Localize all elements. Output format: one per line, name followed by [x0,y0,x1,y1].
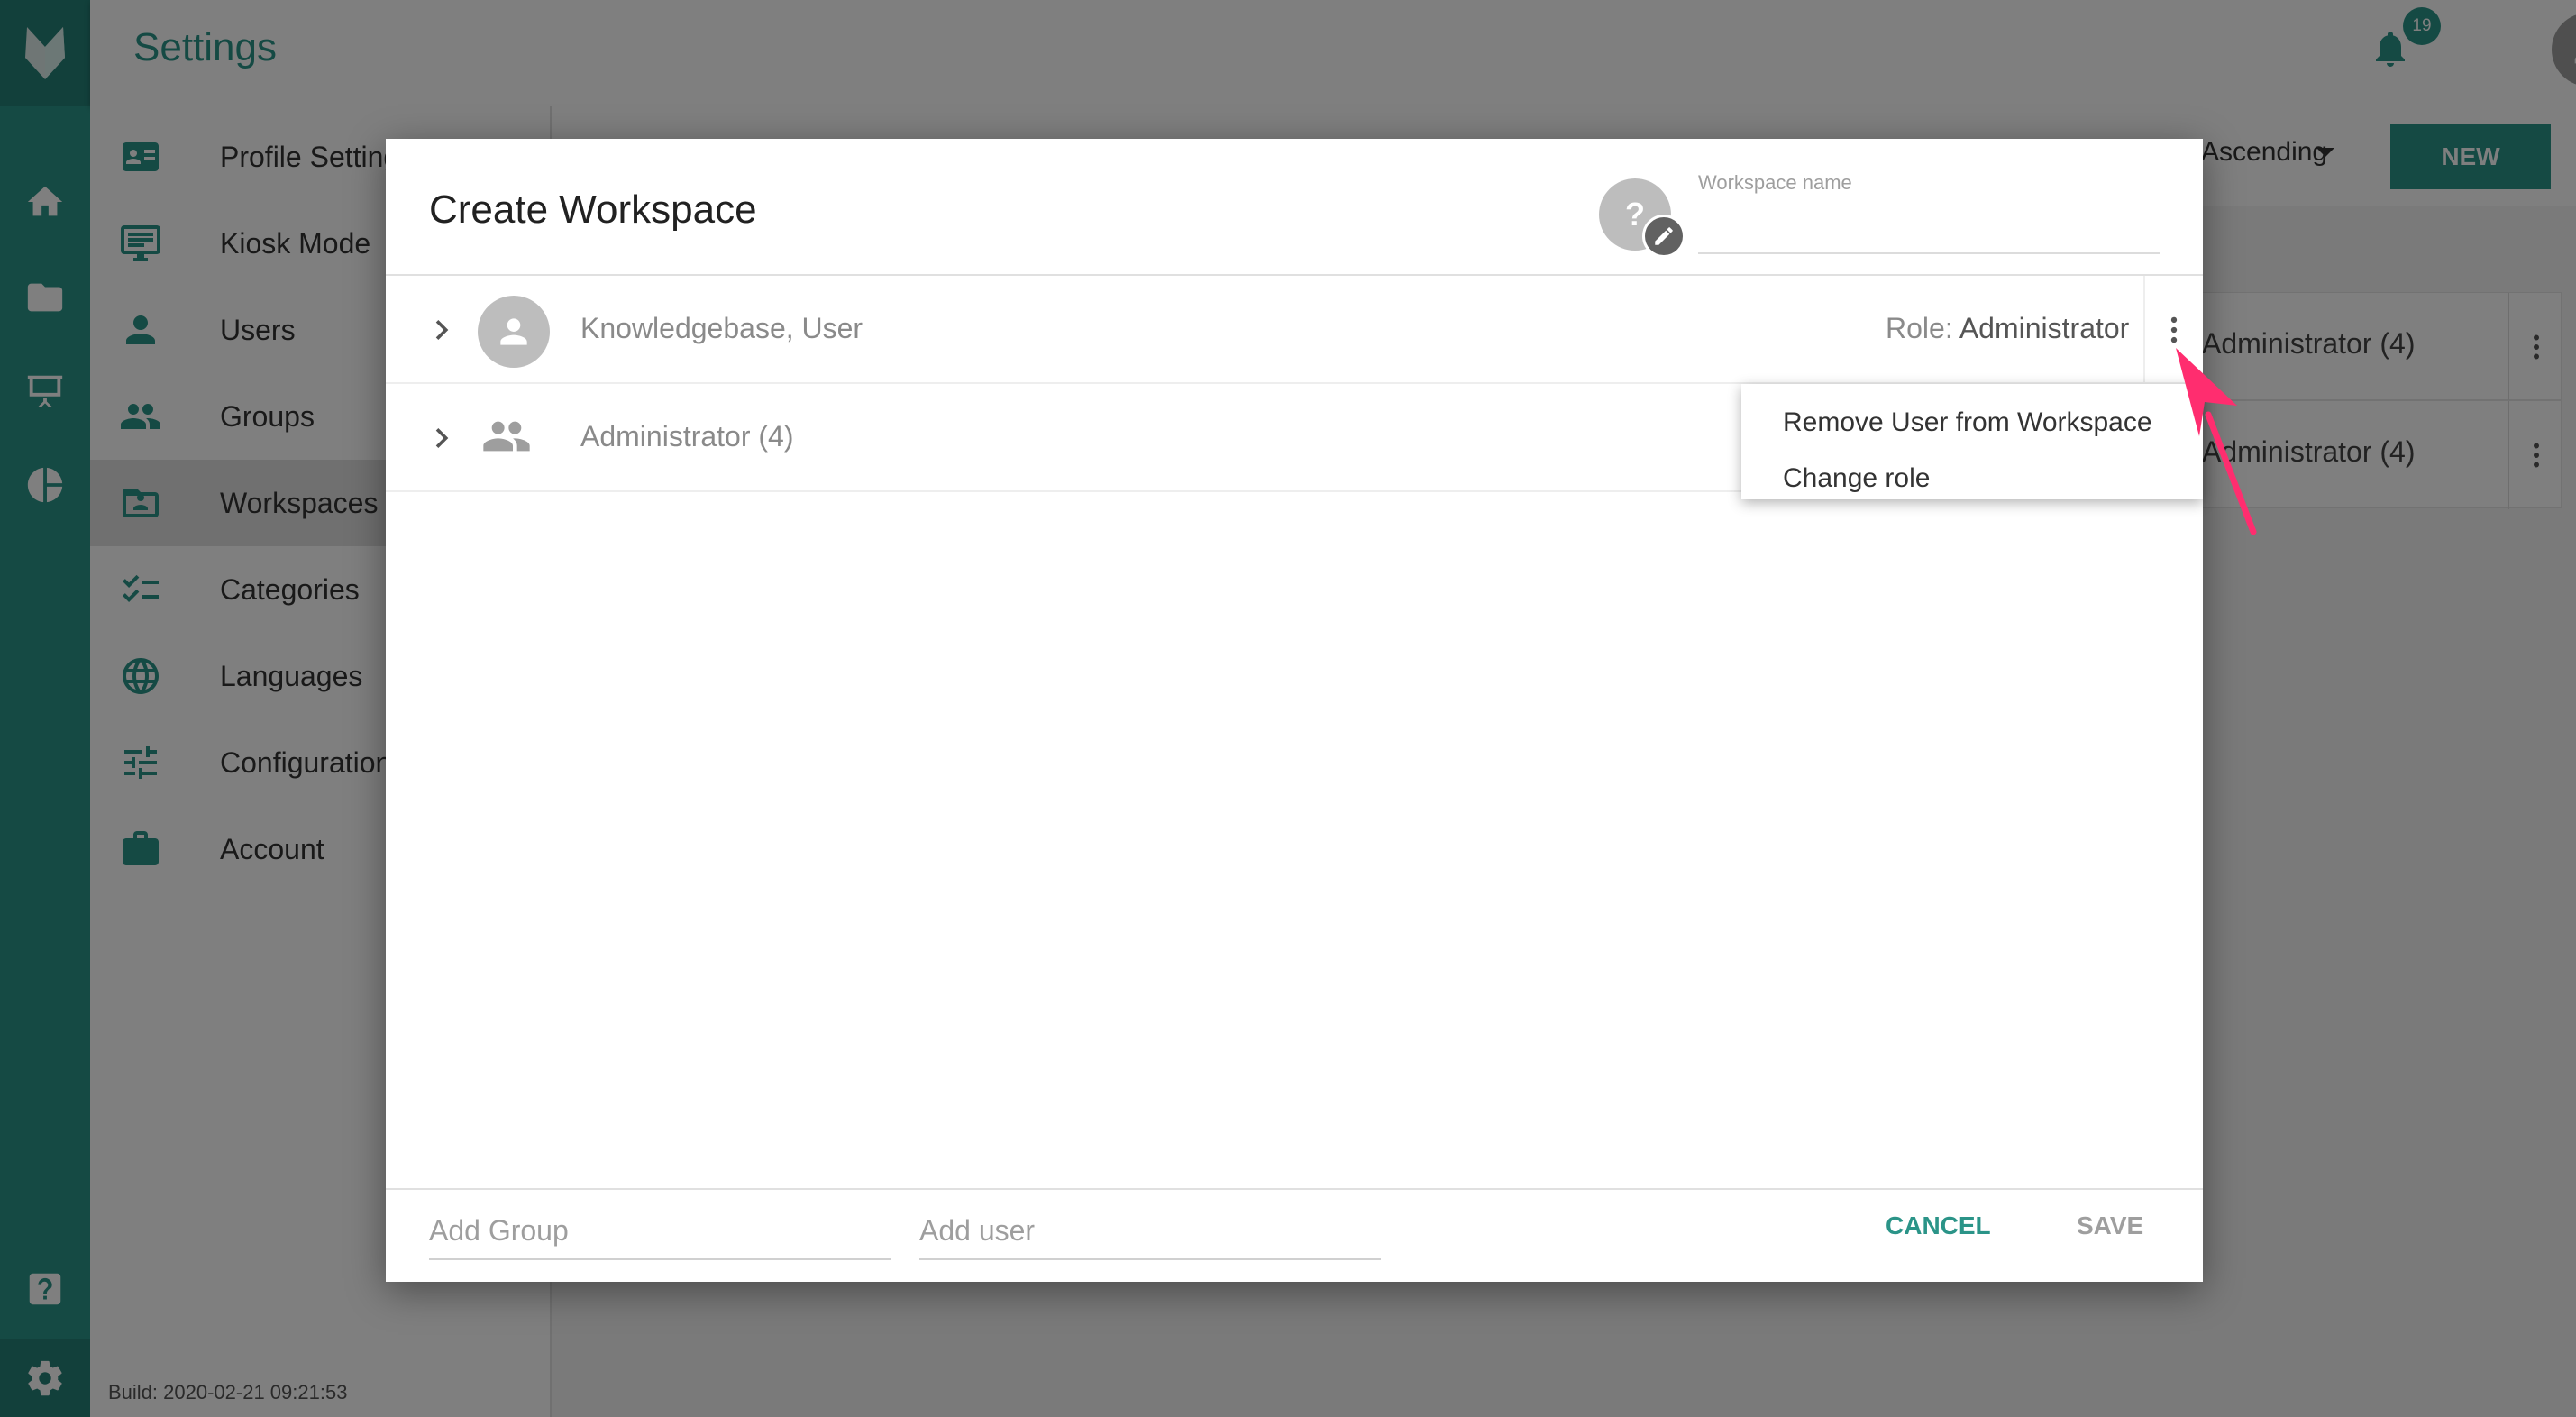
expand-button[interactable] [422,310,461,350]
avatar [478,296,550,368]
expand-button[interactable] [422,418,461,458]
role-value: Administrator [1959,312,2130,344]
workspace-name-input[interactable] [1698,209,2160,254]
add-user-input[interactable] [919,1202,1381,1260]
member-role: Role: Administrator [1886,312,2129,345]
person-icon [500,318,527,345]
edit-icon-button[interactable] [1642,215,1685,258]
dialog-header: Create Workspace ? Workspace name [386,139,2203,276]
chevron-right-icon [435,428,449,448]
add-group-input[interactable] [429,1202,891,1260]
workspace-name-label: Workspace name [1698,171,1852,194]
save-button[interactable]: SAVE [2077,1211,2143,1240]
member-name: Knowledgebase, User [580,312,863,344]
people-icon [483,421,530,452]
group-icon [481,411,535,465]
menu-item-remove-user[interactable]: Remove User from Workspace [1741,395,2203,451]
dialog-footer: CANCEL SAVE [386,1188,2203,1282]
member-name: Administrator (4) [580,420,794,453]
annotation-arrow-icon [2176,348,2257,535]
role-key: Role: [1886,312,1953,344]
chevron-right-icon [435,320,449,340]
dialog-title: Create Workspace [429,187,757,232]
pencil-icon [1655,227,1673,245]
member-row[interactable]: Knowledgebase, User Role: Administrator [386,276,2203,384]
menu-item-change-role[interactable]: Change role [1741,451,2203,507]
cancel-button[interactable]: CANCEL [1886,1211,1991,1240]
create-workspace-dialog: Create Workspace ? Workspace name Knowle… [386,139,2203,1282]
member-context-menu: Remove User from Workspace Change role [1741,384,2203,499]
